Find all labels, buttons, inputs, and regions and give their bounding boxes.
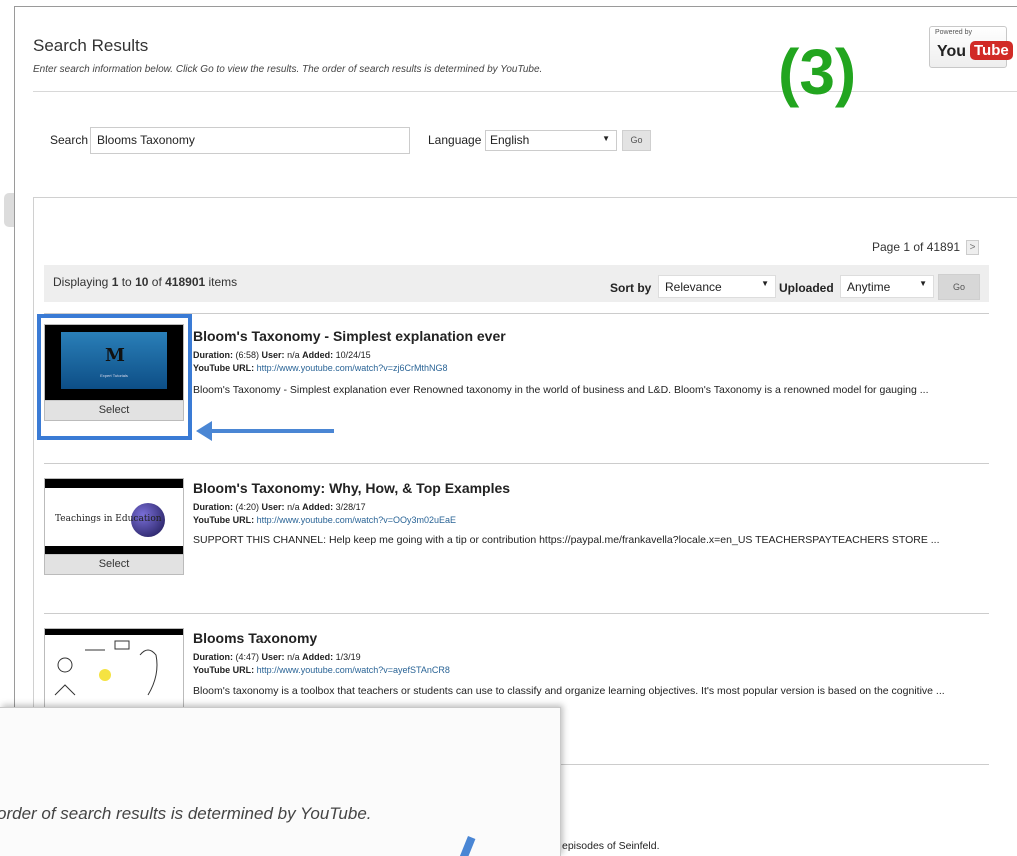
uploaded-value: Anytime [847, 280, 891, 294]
search-label: Search [50, 133, 89, 147]
page-subtitle: Enter search information below. Click Go… [33, 64, 543, 75]
highlight-box [37, 314, 192, 440]
zoom-annotation-arrow [453, 836, 476, 856]
language-value: English [490, 133, 530, 147]
result-description: Bloom's Taxonomy - Simplest explanation … [193, 384, 929, 396]
zoom-callout: order of search results is determined by… [0, 707, 561, 856]
language-select[interactable]: English ▼ [485, 130, 617, 151]
zoom-callout-text: order of search results is determined by… [0, 804, 372, 823]
next-page-icon[interactable]: > [966, 240, 979, 255]
result-divider [44, 613, 989, 614]
result-title[interactable]: Bloom's Taxonomy: Why, How, & Top Exampl… [193, 480, 510, 496]
language-label: Language [428, 133, 482, 147]
search-go-button[interactable]: Go [622, 130, 651, 151]
dropdown-arrow-icon: ▼ [602, 134, 610, 143]
search-input[interactable]: Blooms Taxonomy [90, 127, 410, 154]
result-title[interactable]: Blooms Taxonomy [193, 630, 317, 646]
result-url: YouTube URL: http://www.youtube.com/watc… [193, 363, 448, 373]
display-total: 418901 [165, 275, 206, 289]
select-button[interactable]: Select [45, 554, 183, 574]
page-title: Search Results [33, 36, 149, 55]
dropdown-arrow-icon: ▼ [919, 279, 927, 288]
result-meta: Duration: (6:58) User: n/a Added: 10/24/… [193, 350, 371, 360]
result-divider [44, 463, 989, 464]
sort-go-button[interactable]: Go [938, 274, 980, 300]
dropdown-arrow-icon: ▼ [761, 279, 769, 288]
sort-select[interactable]: Relevance ▼ [658, 275, 776, 298]
uploaded-label: Uploaded [779, 281, 834, 295]
step-marker: (3) [778, 36, 857, 108]
video-thumbnail-image [45, 629, 183, 705]
powered-by-text: Powered by [935, 29, 972, 36]
video-thumbnail-image: Teachings in Education [45, 479, 183, 555]
logo-tube-text: Tube [970, 41, 1013, 60]
sort-by-label: Sort by [610, 281, 652, 295]
pagination-text: Page 1 of 41891 [872, 240, 961, 254]
side-collapse-handle[interactable] [4, 193, 14, 227]
thumbnail-caption: Teachings in Education [55, 514, 162, 524]
result-description: SUPPORT THIS CHANNEL: Help keep me going… [193, 534, 940, 546]
result-description: episodes of Seinfeld. [562, 840, 660, 852]
result-thumbnail[interactable]: Teachings in Education Select [44, 478, 184, 575]
thumbnail-bar-top [45, 479, 183, 488]
header-divider [33, 91, 1017, 92]
sort-value: Relevance [665, 280, 722, 294]
whiteboard-sketch-icon [54, 640, 158, 696]
arrow-head-icon [196, 421, 212, 441]
display-to: 10 [135, 275, 149, 289]
result-url-link[interactable]: http://www.youtube.com/watch?v=zj6CrMthN… [257, 363, 448, 373]
result-title[interactable]: Bloom's Taxonomy - Simplest explanation … [193, 328, 506, 344]
result-url: YouTube URL: http://www.youtube.com/watc… [193, 515, 457, 525]
display-count: Displaying 1 to 10 of 418901 items [53, 275, 238, 289]
result-url: YouTube URL: http://www.youtube.com/watc… [193, 665, 450, 675]
result-url-link[interactable]: http://www.youtube.com/watch?v=ayefSTAnC… [257, 665, 450, 675]
youtube-logo: Powered by You Tube [929, 26, 1013, 68]
uploaded-select[interactable]: Anytime ▼ [840, 275, 934, 298]
result-description: Bloom's taxonomy is a toolbox that teach… [193, 685, 945, 697]
annotation-arrow [200, 429, 334, 433]
logo-you-text: You [937, 43, 967, 60]
result-meta: Duration: (4:20) User: n/a Added: 3/28/1… [193, 502, 366, 512]
result-url-link[interactable]: http://www.youtube.com/watch?v=OOy3m02uE… [257, 515, 456, 525]
result-meta: Duration: (4:47) User: n/a Added: 1/3/19 [193, 652, 361, 662]
